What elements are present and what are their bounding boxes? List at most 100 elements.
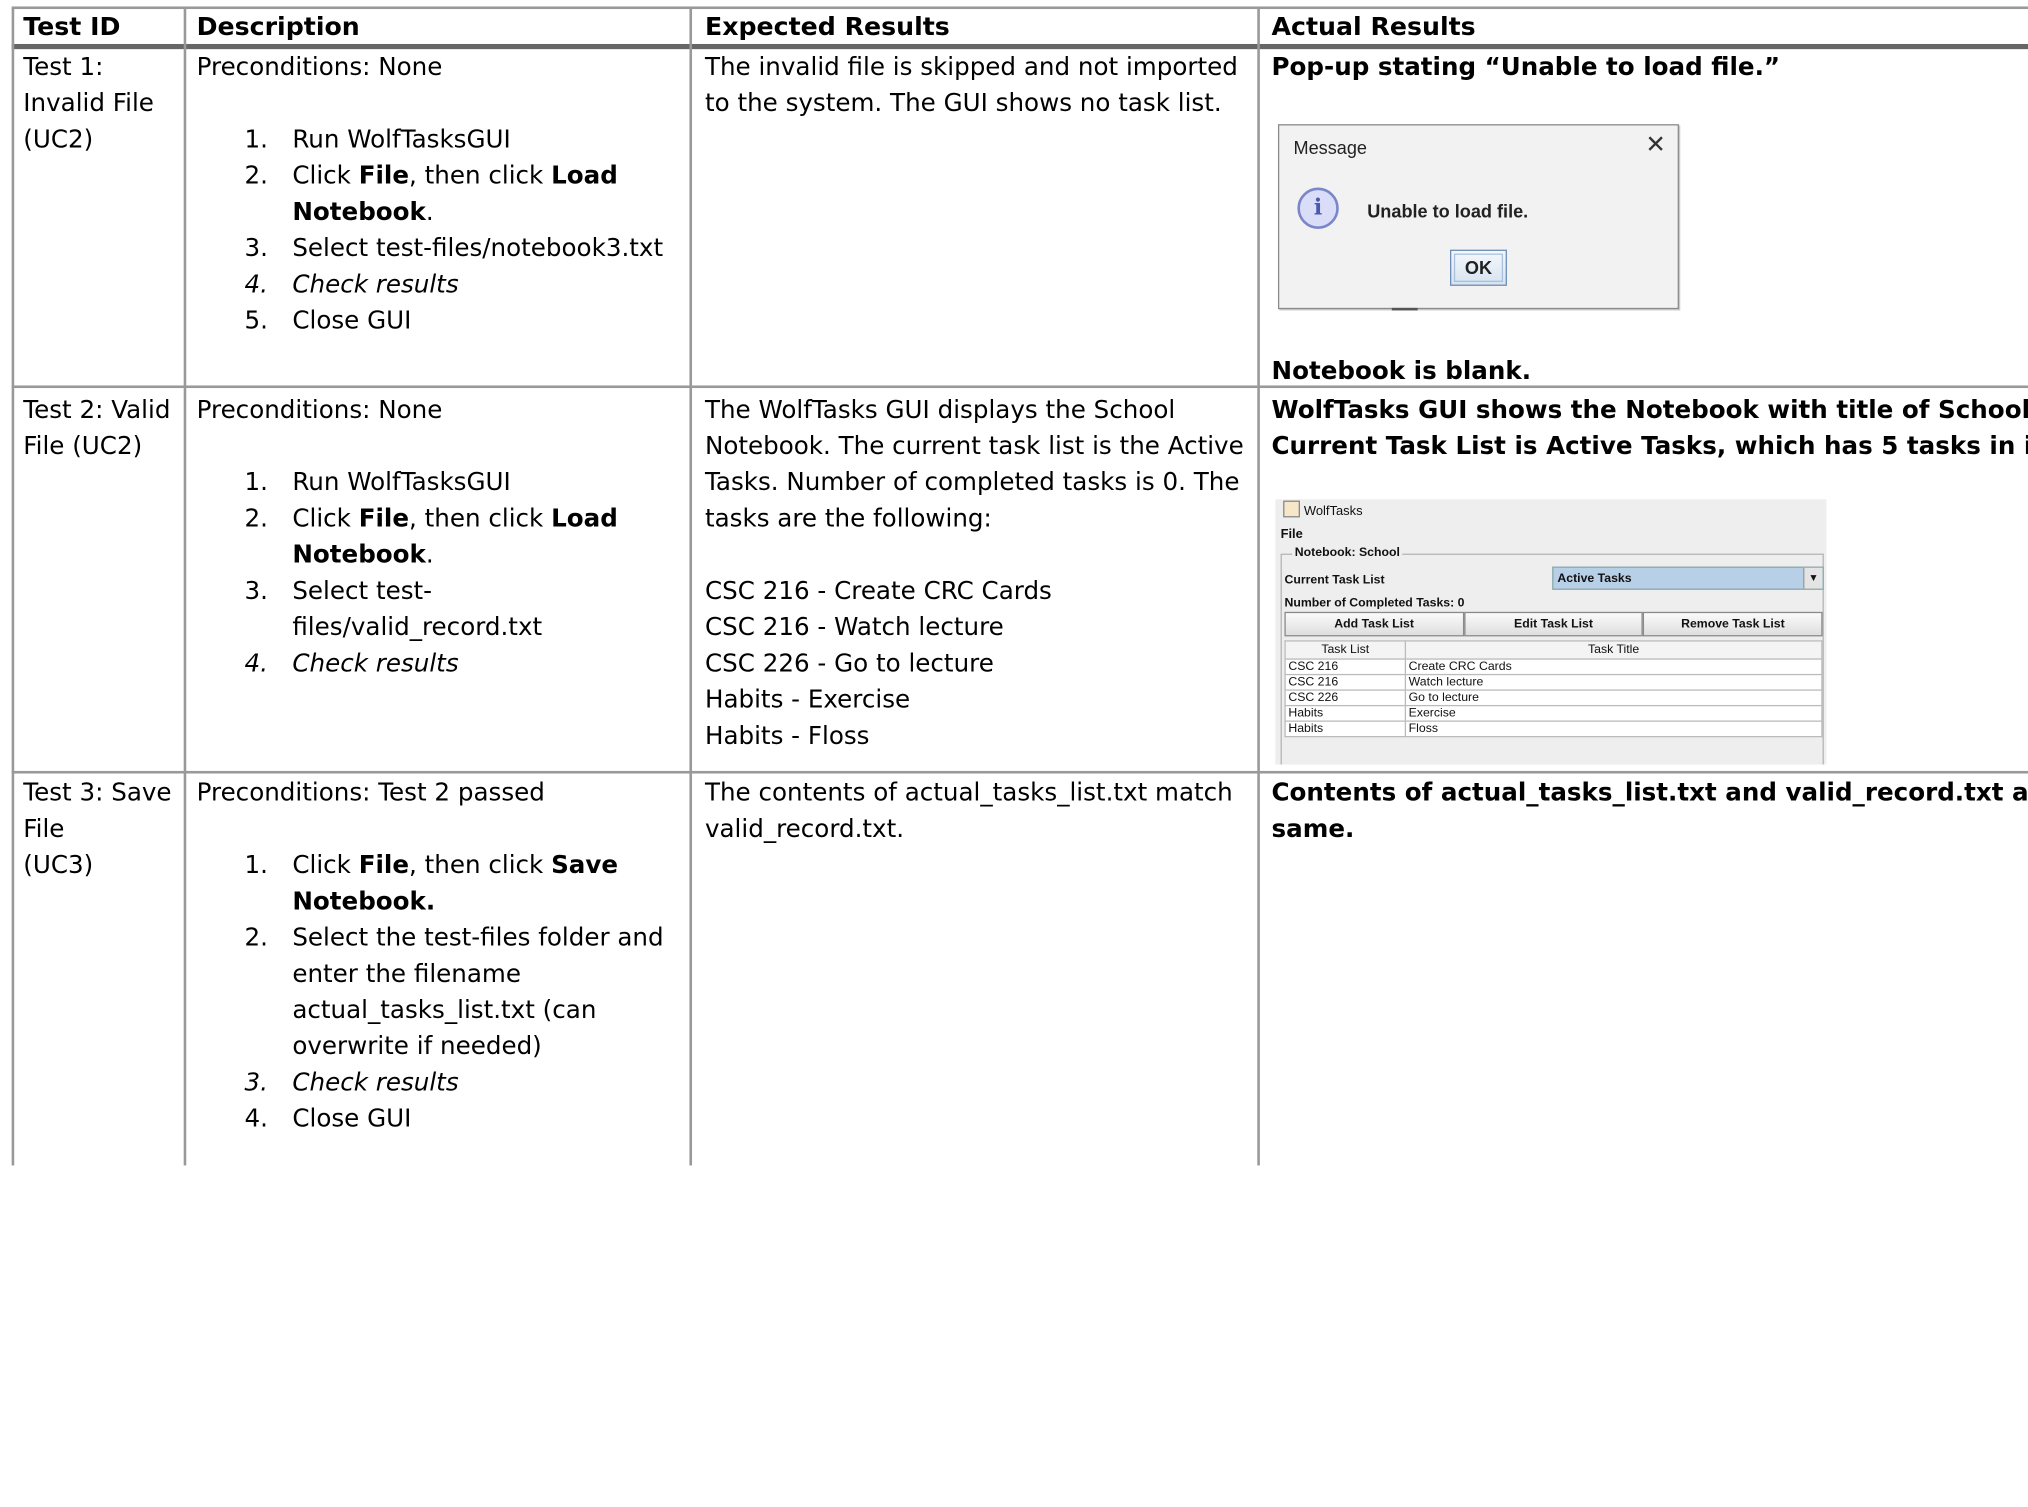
current-task-list-dropdown: Active Tasks ▼ (1552, 566, 1824, 590)
table-row: CSC 226 Go to lecture (1284, 689, 1823, 707)
table-row: CSC 216 Watch lecture (1284, 673, 1823, 691)
preconditions: Preconditions: None (196, 53, 443, 82)
chevron-down-icon: ▼ (1803, 567, 1823, 589)
notebook-panel: Notebook: School Current Task List Activ… (1280, 545, 1824, 765)
list-item: 1. Run WolfTasksGUI (197, 122, 682, 158)
steps-list: 1. Run WolfTasksGUI 2. Click File, then cl… (197, 122, 682, 339)
preconditions: Preconditions: Test 2 passed (196, 778, 545, 808)
test-id-line: Test 2: Valid (23, 395, 171, 425)
table-cell: Habits (1284, 704, 1407, 722)
column-header-task-list: Task List (1284, 640, 1407, 660)
list-item: 3. Check results (197, 1065, 682, 1101)
table-cell: Go to lecture (1404, 689, 1823, 707)
list-item: 4. Check results (197, 266, 682, 302)
list-item: 2. Select the test-files folder and enter … (197, 920, 682, 1065)
current-task-list-label: Current Task List (1284, 573, 1385, 588)
table-header-row: Task List Task Title (1284, 640, 1823, 660)
test-id-line: (UC3) (23, 851, 94, 880)
dialog-title: Message (1293, 137, 1367, 158)
task-list-buttons: Add Task List Edit Task List Remove Task… (1284, 611, 1823, 637)
test-id-cell: Test 2: Valid File (UC2) (23, 392, 170, 464)
expected-line: to the system. The GUI shows no task lis… (704, 89, 1222, 118)
list-item: 2. Click File, then click Load Notebook. (197, 158, 682, 230)
step-bold-text: File (358, 161, 410, 191)
test-plan-document: Test ID Description Expected Results Act… (0, 0, 2028, 1507)
expected-task: Habits - Exercise (704, 685, 911, 715)
expected-line: Tasks. Number of completed tasks is 0. T… (704, 468, 1240, 497)
message-dialog-screenshot: Message ✕ i Unable to load file. OK (1277, 124, 1679, 310)
test-id-line: File (23, 814, 65, 844)
header-actual-results: Actual Results (1271, 11, 1476, 42)
expected-task: CSC 216 - Watch lecture (704, 613, 1004, 642)
test-id-cell: Test 3: Save File (UC3) (23, 775, 171, 884)
expected-line: tasks are the following: (704, 504, 992, 533)
step-text: Select test-files/notebook3.txt (292, 234, 664, 263)
expected-results-cell: The WolfTasks GUI displays the School No… (705, 392, 1248, 754)
list-item: 3. Select test-files/notebook3.txt (197, 230, 682, 266)
table-cell: Habits (1284, 720, 1407, 738)
test-id-line: Test 1: (23, 53, 104, 82)
table-cell: Floss (1404, 720, 1823, 738)
info-icon: i (1297, 187, 1339, 229)
expected-task: Habits - Floss (704, 721, 870, 751)
step-text: . (425, 197, 434, 227)
step-text: Check results (292, 649, 459, 678)
list-item: 1. Click File, then click Save Notebook. (197, 847, 682, 919)
column-divider (183, 7, 187, 1166)
column-divider (11, 7, 15, 1166)
menu-file: File (1280, 527, 1303, 542)
step-text: Select test-files/valid_record.txt (292, 576, 543, 642)
step-text: enter the filename (292, 959, 521, 989)
row-divider (11, 770, 2028, 774)
step-bold-text: File (358, 504, 410, 533)
step-number: 2. (244, 923, 268, 953)
dropdown-value: Active Tasks (1557, 571, 1632, 586)
test-id-line: Invalid File (23, 89, 154, 118)
list-item: 2. Click File, then click Load Notebook. (197, 501, 682, 573)
step-text: , then click (409, 161, 552, 191)
step-text: overwrite if needed) (292, 1032, 542, 1061)
actual-result-line: Contents of actual_tasks_list.txt and va… (1271, 778, 2028, 808)
step-number: 1. (244, 125, 268, 154)
expected-line: The invalid file is skipped and not impo… (704, 53, 1238, 82)
table-cell: CSC 216 (1284, 658, 1407, 676)
close-icon: ✕ (1645, 131, 1667, 160)
list-item: 3. Select test-files/valid_record.txt (197, 573, 682, 645)
expected-line: valid_record.txt. (704, 814, 905, 844)
dialog-message: Unable to load file. (1367, 200, 1529, 222)
step-text: Click (292, 161, 359, 191)
step-text: Close GUI (292, 1104, 412, 1134)
step-number: 2. (244, 161, 268, 191)
step-number: 3. (244, 1068, 268, 1097)
actual-result-text: Notebook is blank. (1271, 357, 1532, 386)
list-item: 5. Close GUI (197, 303, 682, 339)
preconditions: Preconditions: None (196, 395, 443, 425)
ok-button: OK (1450, 249, 1507, 286)
actual-results-cell: Contents of actual_tasks_list.txt and va… (1272, 775, 2028, 847)
step-bold-text: Notebook (292, 197, 426, 227)
step-text: Select the test-files folder and (292, 923, 664, 953)
step-text: Check results (292, 270, 459, 299)
expected-task: CSC 216 - Create CRC Cards (704, 576, 1052, 606)
remove-task-list-button: Remove Task List (1643, 611, 1823, 637)
step-text: Run WolfTasksGUI (292, 125, 511, 154)
table-cell: CSC 216 (1284, 673, 1407, 691)
tasks-table: Task List Task Title CSC 216 Create CRC C… (1284, 640, 1823, 738)
description-cell: Preconditions: None 1. Run WolfTasksGUI 2… (197, 49, 682, 339)
table-row: Habits Floss (1284, 720, 1823, 738)
expected-task: CSC 226 - Go to lecture (704, 649, 994, 678)
step-number: 1. (244, 468, 268, 497)
step-text: Run WolfTasksGUI (292, 468, 511, 497)
test-id-line: Test 3: Save (23, 778, 172, 808)
step-text: , then click (409, 851, 552, 880)
step-bold-text: Notebook (292, 540, 426, 570)
step-number: 3. (244, 234, 268, 263)
step-bold-text: Save (551, 851, 619, 880)
window-title-text: WolfTasks (1303, 504, 1363, 519)
screenshot-artifact (1391, 307, 1418, 311)
description-cell: Preconditions: None 1. Run WolfTasksGUI 2… (197, 392, 682, 682)
step-number: 2. (244, 504, 268, 533)
step-text: Close GUI (292, 306, 412, 336)
test-id-cell: Test 1: Invalid File (UC2) (23, 49, 154, 158)
expected-line: Notebook. The current task list is the A… (704, 432, 1244, 461)
